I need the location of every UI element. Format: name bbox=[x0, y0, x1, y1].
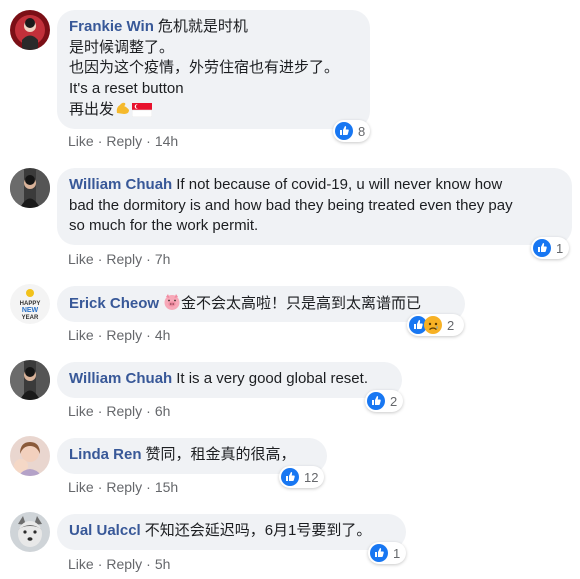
avatar[interactable] bbox=[10, 512, 50, 552]
comment-bubble: Frankie Win 危机就是时机 是时候调整了。 也因为这个疫情，外劳住宿也有… bbox=[57, 10, 370, 129]
comment-actions: Like · Reply · 6h bbox=[68, 403, 170, 419]
reactions-badge[interactable]: 2 bbox=[365, 390, 403, 412]
pig-face-emoji bbox=[163, 293, 181, 318]
reply-link[interactable]: Reply bbox=[106, 327, 142, 343]
avatar-image bbox=[10, 360, 50, 400]
like-link[interactable]: Like bbox=[68, 251, 94, 267]
timestamp[interactable]: 15h bbox=[155, 479, 178, 495]
like-link[interactable]: Like bbox=[68, 403, 94, 419]
comment-bubble: William Chuah It is a very good global re… bbox=[57, 362, 402, 398]
timestamp[interactable]: 7h bbox=[155, 251, 171, 267]
reaction-count: 2 bbox=[447, 317, 455, 333]
avatar-image bbox=[10, 512, 50, 552]
thumbs-up-icon bbox=[281, 468, 299, 486]
separator-dot: · bbox=[97, 251, 103, 267]
singapore-flag-emoji bbox=[131, 103, 153, 124]
reply-link[interactable]: Reply bbox=[106, 251, 142, 267]
comment-text-line: It's a reset button bbox=[69, 79, 184, 97]
separator-dot: · bbox=[146, 403, 151, 419]
like-link[interactable]: Like bbox=[68, 133, 94, 149]
separator-dot: · bbox=[146, 251, 151, 267]
separator-dot: · bbox=[146, 556, 151, 572]
avatar[interactable] bbox=[10, 436, 50, 476]
timestamp[interactable]: 4h bbox=[155, 327, 171, 343]
avatar-image: HAPPY NEW YEAR bbox=[10, 284, 50, 324]
avatar-image bbox=[10, 436, 50, 476]
comment-text-line: If not because of covid-19, u will never… bbox=[176, 176, 503, 193]
reaction-count: 8 bbox=[358, 123, 366, 139]
comment-text-line: 危机就是时机 bbox=[157, 18, 248, 35]
thumbs-up-icon bbox=[335, 122, 353, 140]
avatar-image bbox=[10, 168, 50, 208]
comment-bubble: William Chuah If not because of covid-19,… bbox=[57, 168, 572, 245]
reply-link[interactable]: Reply bbox=[106, 479, 142, 495]
reactions-badge[interactable]: 12 bbox=[279, 466, 324, 488]
like-link[interactable]: Like bbox=[68, 479, 94, 495]
reaction-count: 2 bbox=[390, 393, 398, 409]
separator-dot: · bbox=[97, 556, 103, 572]
reply-link[interactable]: Reply bbox=[106, 403, 142, 419]
avatar-image bbox=[10, 10, 50, 50]
separator-dot: · bbox=[97, 133, 103, 149]
reaction-count: 12 bbox=[304, 469, 319, 485]
svg-text:NEW: NEW bbox=[22, 307, 39, 314]
comment-author[interactable]: William Chuah bbox=[69, 176, 172, 193]
comment-actions: Like · Reply · 14h bbox=[68, 133, 178, 149]
separator-dot: · bbox=[97, 479, 103, 495]
comment-author[interactable]: William Chuah bbox=[69, 370, 172, 387]
comment-text: It is a very good global reset. bbox=[176, 370, 368, 387]
separator-dot: · bbox=[97, 403, 103, 419]
avatar[interactable] bbox=[10, 168, 50, 208]
comment-text-line: 也因为这个疫情，外劳住宿也有进步了。 bbox=[69, 59, 340, 76]
reactions-badge[interactable]: 2 bbox=[407, 314, 464, 336]
reactions-badge[interactable]: 1 bbox=[531, 237, 569, 259]
separator-dot: · bbox=[97, 327, 103, 343]
comment-bubble: Ual Ualccl 不知还会延迟吗，6月1号要到了。 bbox=[57, 514, 406, 550]
comment-author[interactable]: Ual Ualccl bbox=[69, 522, 141, 539]
avatar[interactable] bbox=[10, 360, 50, 400]
comment-text: 金不会太高啦！只是高到太离谱而已 bbox=[181, 295, 422, 312]
separator-dot: · bbox=[146, 327, 151, 343]
comment-text-line: bad the dormitory is and how bad they be… bbox=[69, 196, 513, 214]
thumbs-up-icon bbox=[533, 239, 551, 257]
avatar[interactable] bbox=[10, 10, 50, 50]
svg-text:YEAR: YEAR bbox=[22, 315, 39, 321]
comment-text: 赞同，租金真的很高， bbox=[145, 446, 296, 463]
reactions-badge[interactable]: 8 bbox=[333, 120, 370, 142]
comment-author[interactable]: Linda Ren bbox=[69, 446, 142, 463]
reply-link[interactable]: Reply bbox=[106, 556, 142, 572]
thumbs-up-icon bbox=[370, 544, 388, 562]
comment-actions: Like · Reply · 5h bbox=[68, 556, 170, 572]
comment-bubble: Erick Cheow 金不会太高啦！只是高到太离谱而已 bbox=[57, 286, 465, 322]
comment-actions: Like · Reply · 7h bbox=[68, 251, 170, 267]
comment-author[interactable]: Erick Cheow bbox=[69, 295, 159, 312]
reactions-badge[interactable]: 1 bbox=[368, 542, 406, 564]
comment-text-line: 是时候调整了。 bbox=[69, 38, 175, 56]
comment-text-line: 再出发 bbox=[69, 101, 115, 118]
reaction-count: 1 bbox=[556, 240, 564, 256]
like-link[interactable]: Like bbox=[68, 556, 94, 572]
comment-text: 不知还会延迟吗，6月1号要到了。 bbox=[144, 522, 372, 539]
separator-dot: · bbox=[146, 479, 151, 495]
sad-face-icon bbox=[424, 316, 442, 334]
flexed-biceps-emoji bbox=[114, 99, 132, 124]
separator-dot: · bbox=[146, 133, 151, 149]
comment-actions: Like · Reply · 15h bbox=[68, 479, 178, 495]
timestamp[interactable]: 6h bbox=[155, 403, 171, 419]
thumbs-up-icon bbox=[367, 392, 385, 410]
timestamp[interactable]: 14h bbox=[155, 133, 178, 149]
reply-link[interactable]: Reply bbox=[106, 133, 142, 149]
comment-text-line: so much for the work permit. bbox=[69, 217, 259, 234]
timestamp[interactable]: 5h bbox=[155, 556, 171, 572]
avatar[interactable]: HAPPY NEW YEAR bbox=[10, 284, 50, 324]
like-link[interactable]: Like bbox=[68, 327, 94, 343]
comment-actions: Like · Reply · 4h bbox=[68, 327, 170, 343]
reaction-count: 1 bbox=[393, 545, 401, 561]
comment-author[interactable]: Frankie Win bbox=[69, 18, 154, 35]
